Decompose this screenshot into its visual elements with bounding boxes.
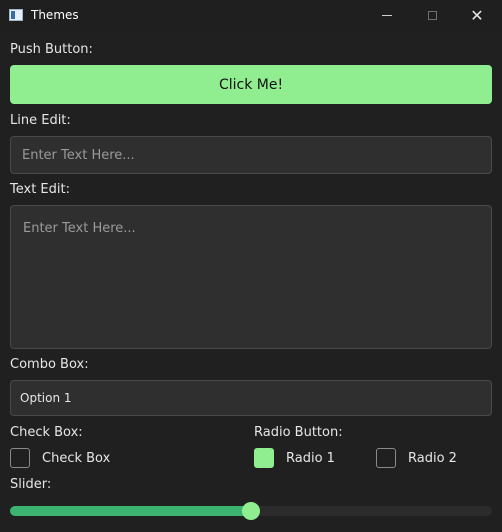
title-bar: Themes ✕ — [0, 0, 502, 31]
line-edit-label: Line Edit: — [10, 113, 71, 128]
combo-box[interactable]: Option 1 — [10, 380, 492, 416]
line-edit-input[interactable]: Enter Text Here... — [10, 136, 492, 174]
check-box[interactable] — [10, 448, 30, 468]
app-window-icon — [9, 9, 23, 21]
line-edit-placeholder: Enter Text Here... — [22, 147, 135, 163]
maximize-icon — [427, 11, 437, 20]
check-box-section-label: Check Box: — [10, 425, 83, 440]
slider-fill — [10, 506, 251, 516]
combo-selected-value: Option 1 — [20, 391, 72, 405]
text-edit-area[interactable]: Enter Text Here... — [10, 205, 492, 349]
themes-window: Themes ✕ Push Button: Click Me! Line Edi… — [0, 0, 502, 532]
maximize-button[interactable] — [409, 0, 455, 31]
check-box-label: Check Box — [42, 451, 111, 466]
combo-box-label: Combo Box: — [10, 357, 89, 372]
radio-2-label: Radio 2 — [408, 451, 457, 466]
window-title: Themes — [31, 8, 79, 22]
slider-handle[interactable] — [242, 502, 260, 520]
minimize-icon — [382, 15, 392, 16]
push-button-label: Push Button: — [10, 42, 93, 57]
slider-label: Slider: — [10, 477, 52, 492]
radio-button-section-label: Radio Button: — [254, 425, 343, 440]
radio-2[interactable] — [376, 448, 396, 468]
radio-1-label: Radio 1 — [286, 451, 335, 466]
close-icon: ✕ — [470, 5, 484, 25]
close-button[interactable]: ✕ — [454, 0, 500, 31]
minimize-button[interactable] — [364, 0, 410, 31]
click-me-button[interactable]: Click Me! — [10, 65, 492, 104]
text-edit-label: Text Edit: — [10, 182, 70, 197]
text-edit-placeholder: Enter Text Here... — [23, 221, 136, 236]
radio-1[interactable] — [254, 448, 274, 468]
